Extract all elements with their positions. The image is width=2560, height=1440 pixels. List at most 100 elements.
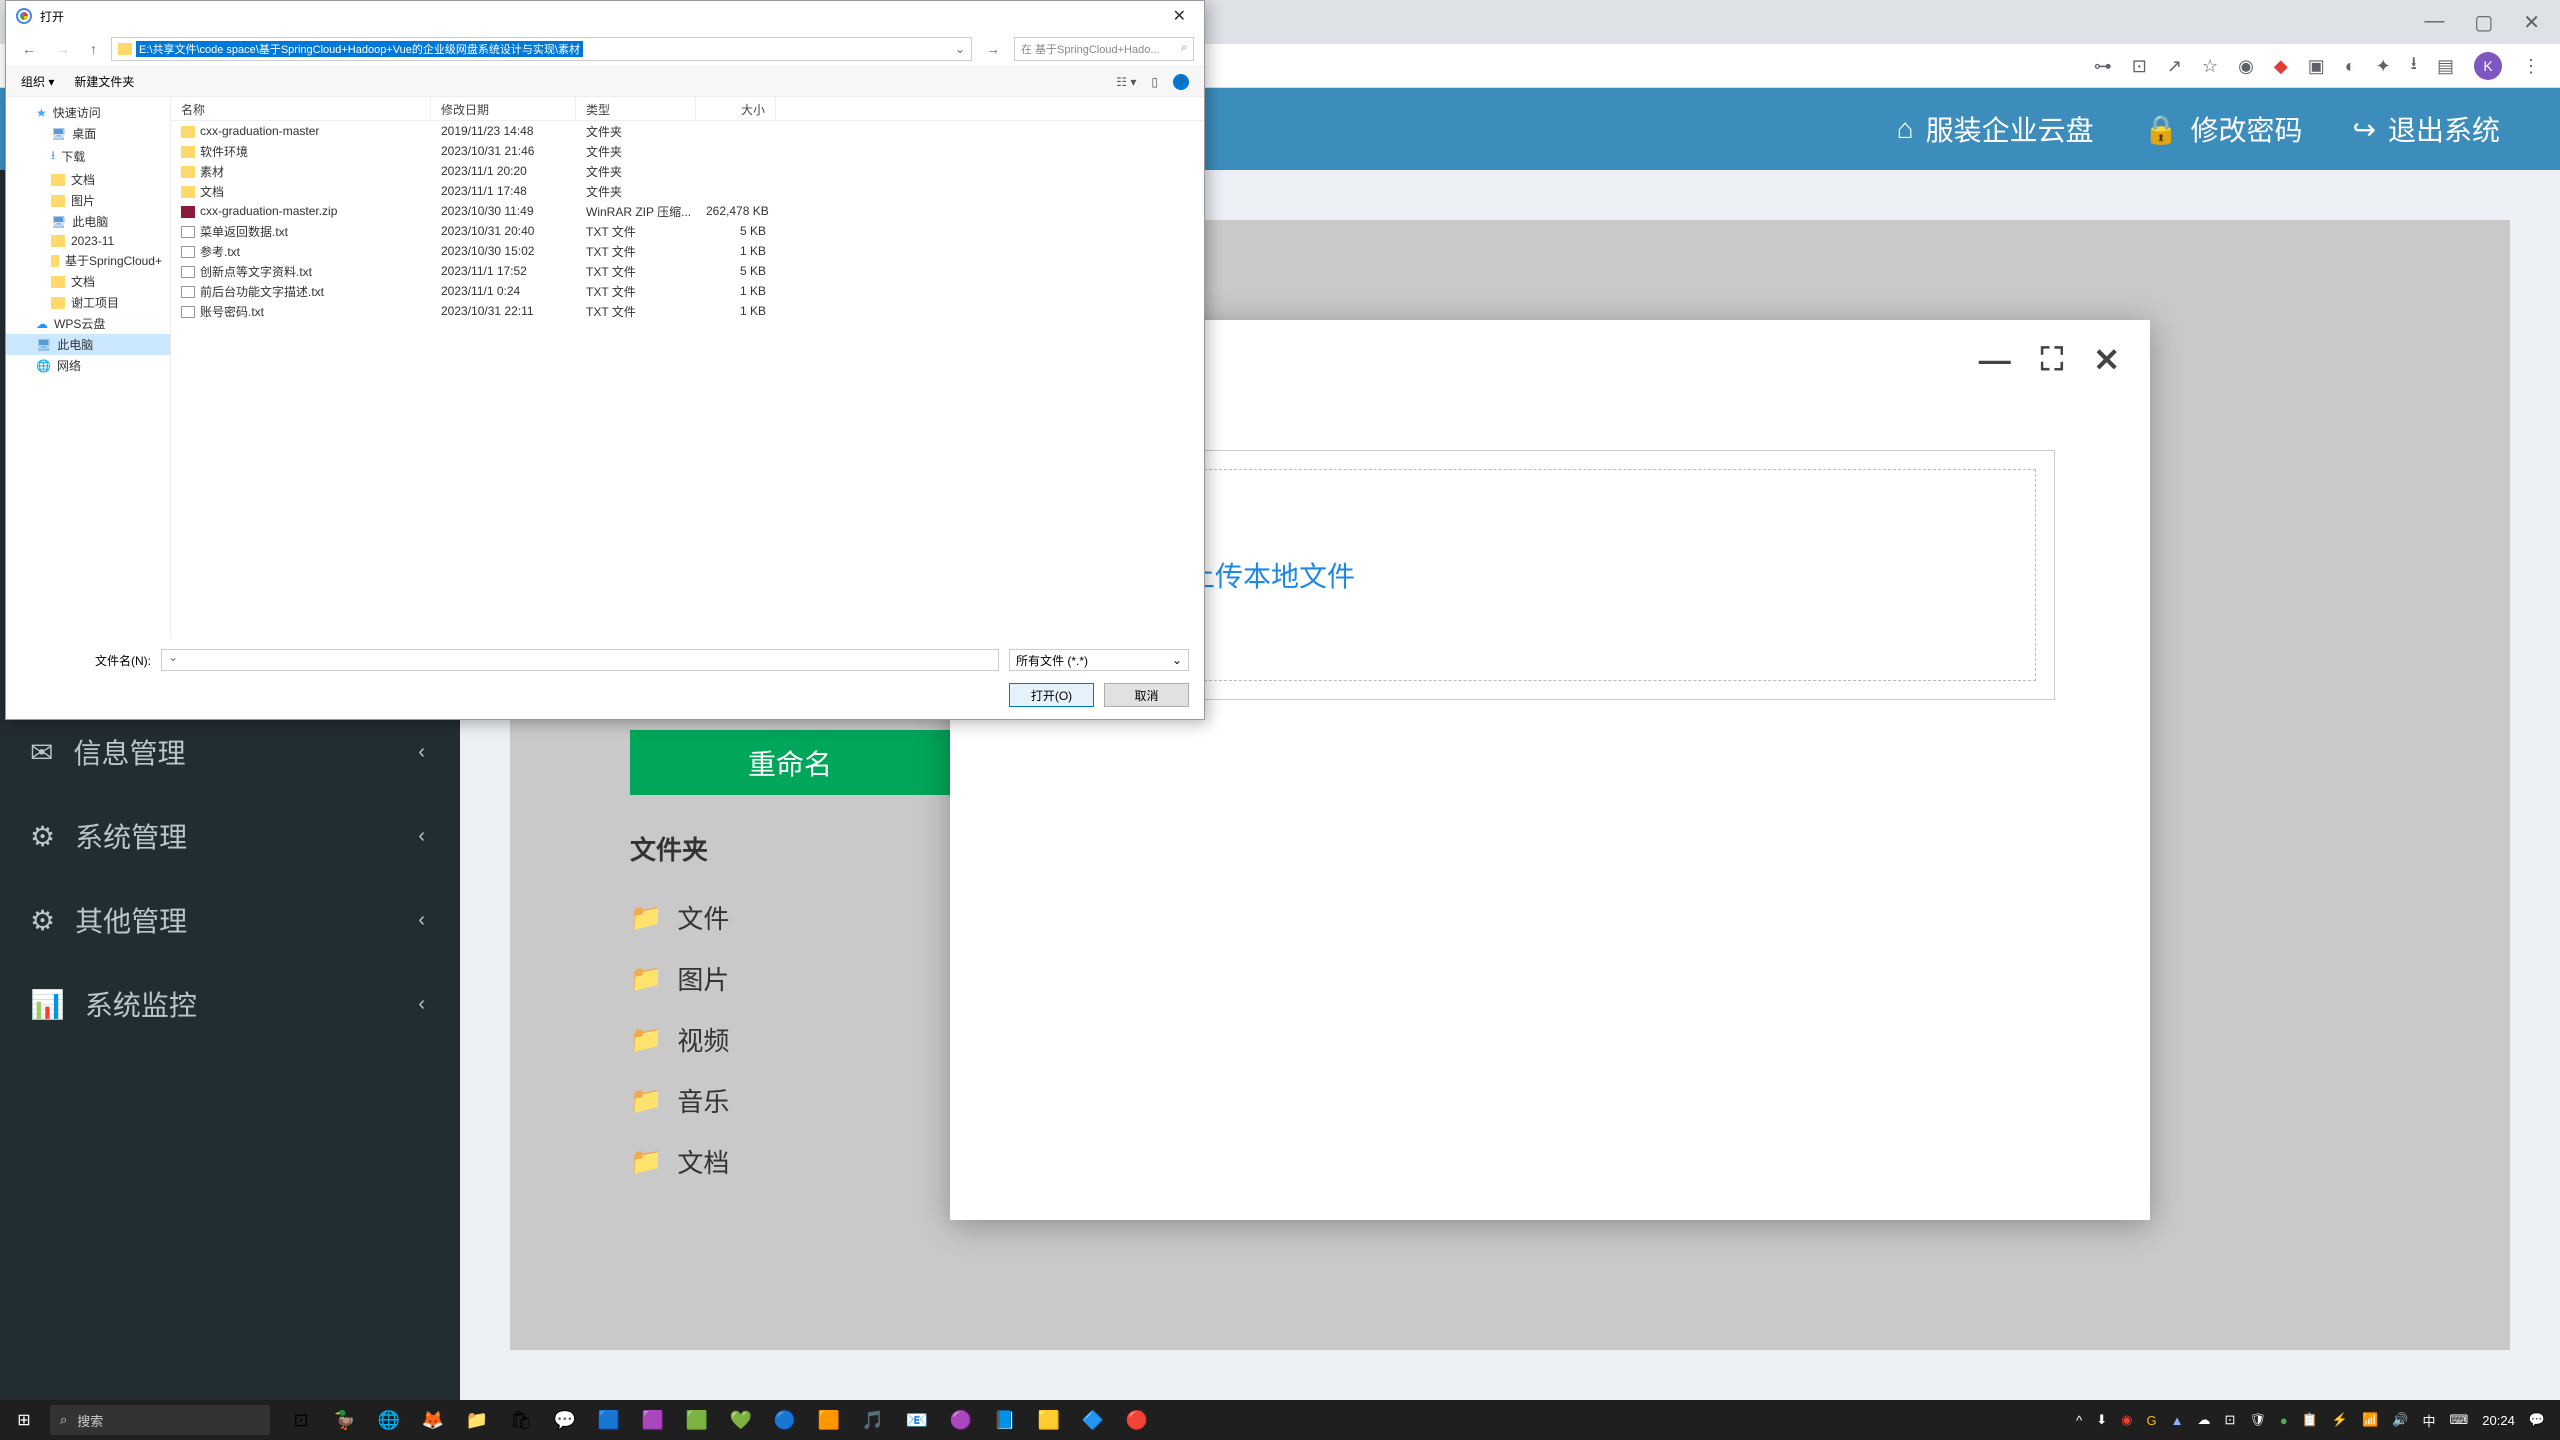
upload-dropzone[interactable]: ↑ 点击上传本地文件 bbox=[1064, 469, 2036, 681]
browser-menu-icon[interactable]: ⋮ bbox=[2522, 56, 2540, 77]
tray-icon[interactable]: G bbox=[2146, 1413, 2156, 1428]
taskview-icon[interactable]: ⊡ bbox=[280, 1400, 322, 1440]
tray-icon[interactable]: ⬇ bbox=[2096, 1412, 2107, 1428]
header-password[interactable]: 🔒 修改密码 bbox=[2144, 109, 2303, 149]
preview-pane-icon[interactable]: ▯ bbox=[1151, 75, 1158, 89]
col-name[interactable]: 名称 bbox=[171, 97, 431, 120]
chrome-icon[interactable]: 🌐 bbox=[368, 1400, 410, 1440]
ime-icon[interactable]: ⌨ bbox=[2450, 1412, 2469, 1428]
app-icon[interactable]: 🔴 bbox=[1116, 1400, 1158, 1440]
taskbar-search[interactable]: ⌕ 搜索 bbox=[50, 1405, 270, 1435]
col-size[interactable]: 大小 bbox=[696, 97, 776, 120]
tree-item[interactable]: 🖥此电脑 bbox=[6, 334, 170, 355]
clock[interactable]: 20:24 bbox=[2482, 1413, 2515, 1428]
word-icon[interactable]: 📘 bbox=[984, 1400, 1026, 1440]
open-button[interactable]: 打开(O) bbox=[1009, 683, 1094, 707]
bookmark-icon[interactable]: ☆ bbox=[2202, 56, 2218, 77]
folder-item[interactable]: 📁视频 bbox=[630, 1009, 729, 1070]
tree-item[interactable]: 🌐网络 bbox=[6, 355, 170, 376]
file-row[interactable]: 账号密码.txt2023/10/31 22:11TXT 文件1 KB bbox=[171, 301, 1204, 321]
header-home[interactable]: ⌂ 服装企业云盘 bbox=[1897, 109, 2094, 149]
start-button[interactable]: ⊞ bbox=[0, 1400, 48, 1440]
file-row[interactable]: cxx-graduation-master.zip2023/10/30 11:4… bbox=[171, 201, 1204, 221]
cancel-button[interactable]: 取消 bbox=[1104, 683, 1189, 707]
filename-dropdown-icon[interactable]: ⌄ bbox=[162, 650, 184, 664]
filename-input[interactable]: ⌄ bbox=[161, 649, 999, 671]
download-icon[interactable]: ⭳ bbox=[2411, 51, 2417, 81]
tree-item[interactable]: 文档 bbox=[6, 169, 170, 190]
ext4-icon[interactable]: ◐ bbox=[2345, 56, 2356, 77]
col-date[interactable]: 修改日期 bbox=[431, 97, 576, 120]
folder-item[interactable]: 📁图片 bbox=[630, 948, 729, 1009]
folder-item[interactable]: 📁文件 bbox=[630, 887, 729, 948]
app-icon[interactable]: 🟣 bbox=[940, 1400, 982, 1440]
file-row[interactable]: 软件环境2023/10/31 21:46文件夹 bbox=[171, 141, 1204, 161]
tree-item[interactable]: ★快速访问 bbox=[6, 102, 170, 123]
tree-item[interactable]: 基于SpringCloud+ bbox=[6, 250, 170, 271]
app-icon[interactable]: 🦆 bbox=[324, 1400, 366, 1440]
window-minimize-icon[interactable]: — bbox=[2424, 10, 2444, 35]
key-icon[interactable]: ⊶ bbox=[2094, 56, 2112, 77]
extensions-icon[interactable]: ✦ bbox=[2376, 56, 2391, 77]
modal-maximize-icon[interactable]: ⛶ bbox=[2041, 341, 2063, 379]
file-row[interactable]: 创新点等文字资料.txt2023/11/1 17:52TXT 文件5 KB bbox=[171, 261, 1204, 281]
app-icon[interactable]: 🟨 bbox=[1028, 1400, 1070, 1440]
wechat-icon[interactable]: 💚 bbox=[720, 1400, 762, 1440]
app-icon[interactable]: 💬 bbox=[544, 1400, 586, 1440]
file-row[interactable]: 文档2023/11/1 17:48文件夹 bbox=[171, 181, 1204, 201]
app-icon[interactable]: 🟦 bbox=[588, 1400, 630, 1440]
nav-go-icon[interactable]: → bbox=[980, 41, 1006, 57]
app-icon[interactable]: 🎵 bbox=[852, 1400, 894, 1440]
header-logout[interactable]: ↪ 退出系统 bbox=[2353, 109, 2500, 149]
col-type[interactable]: 类型 bbox=[576, 97, 696, 120]
app-icon[interactable]: 🟩 bbox=[676, 1400, 718, 1440]
app-icon[interactable]: 🛍 bbox=[500, 1400, 542, 1440]
ext2-icon[interactable]: ◆ bbox=[2274, 56, 2288, 77]
ext3-icon[interactable]: ▣ bbox=[2308, 56, 2325, 77]
tree-item[interactable]: 图片 bbox=[6, 190, 170, 211]
tray-icon[interactable]: ⚡ bbox=[2332, 1412, 2348, 1428]
path-bar[interactable]: E:\共享文件\code space\基于SpringCloud+Hadoop+… bbox=[111, 37, 972, 61]
rename-button[interactable]: 重命名 bbox=[630, 730, 950, 795]
file-row[interactable]: 菜单返回数据.txt2023/10/31 20:40TXT 文件5 KB bbox=[171, 221, 1204, 241]
dialog-search[interactable]: 在 基于SpringCloud+Hado... ⌕ bbox=[1014, 37, 1194, 61]
notifications-icon[interactable]: 💬 bbox=[2529, 1412, 2545, 1428]
tray-up-icon[interactable]: ^ bbox=[2076, 1413, 2082, 1428]
reading-list-icon[interactable]: ▤ bbox=[2437, 56, 2454, 77]
tray-icon[interactable]: 🛡 bbox=[2249, 1412, 2266, 1428]
avatar[interactable]: K bbox=[2474, 52, 2502, 80]
app-icon[interactable]: 🔷 bbox=[1072, 1400, 1114, 1440]
file-filter[interactable]: 所有文件 (*.*) ⌄ bbox=[1009, 649, 1189, 671]
volume-icon[interactable]: 🔊 bbox=[2392, 1412, 2408, 1428]
modal-close-icon[interactable]: ✕ bbox=[2093, 341, 2120, 379]
tray-icon[interactable]: 📋 bbox=[2302, 1412, 2318, 1428]
tree-item[interactable]: ☁WPS云盘 bbox=[6, 313, 170, 334]
ime-indicator[interactable]: 中 bbox=[2422, 1411, 2435, 1430]
window-close-icon[interactable]: ✕ bbox=[2523, 10, 2540, 35]
share-icon[interactable]: ↗ bbox=[2167, 56, 2182, 77]
tray-icon[interactable]: ▲ bbox=[2171, 1413, 2184, 1428]
explorer-icon[interactable]: 📁 bbox=[456, 1400, 498, 1440]
ext1-icon[interactable]: ◉ bbox=[2238, 56, 2254, 77]
view-menu-icon[interactable]: ☷ ▾ bbox=[1116, 75, 1136, 89]
tree-item[interactable]: 2023-11 bbox=[6, 232, 170, 250]
sidebar-item-system[interactable]: ⚙ 系统管理 ‹ bbox=[0, 794, 460, 878]
app-icon[interactable]: 🔵 bbox=[764, 1400, 806, 1440]
tree-item[interactable]: ⭳下载 bbox=[6, 144, 170, 169]
file-row[interactable]: 素材2023/11/1 20:20文件夹 bbox=[171, 161, 1204, 181]
path-dropdown-icon[interactable]: ⌄ bbox=[955, 42, 965, 56]
organize-menu[interactable]: 组织 ▾ bbox=[21, 73, 54, 90]
tree-item[interactable]: 谢工项目 bbox=[6, 292, 170, 313]
app-icon[interactable]: 🟪 bbox=[632, 1400, 674, 1440]
sidebar-item-monitor[interactable]: 📊 系统监控 ‹ bbox=[0, 962, 460, 1046]
sidebar-item-other[interactable]: ⚙ 其他管理 ‹ bbox=[0, 878, 460, 962]
gtranslate-icon[interactable]: ⊡ bbox=[2132, 56, 2147, 77]
help-icon[interactable]: ? bbox=[1173, 74, 1189, 90]
file-row[interactable]: 前后台功能文字描述.txt2023/11/1 0:24TXT 文件1 KB bbox=[171, 281, 1204, 301]
folder-item[interactable]: 📁音乐 bbox=[630, 1070, 729, 1131]
nav-forward-icon[interactable]: → bbox=[50, 41, 76, 57]
firefox-icon[interactable]: 🦊 bbox=[412, 1400, 454, 1440]
tray-icon[interactable]: ● bbox=[2280, 1413, 2288, 1428]
app-icon[interactable]: 🟧 bbox=[808, 1400, 850, 1440]
app-icon[interactable]: 📧 bbox=[896, 1400, 938, 1440]
